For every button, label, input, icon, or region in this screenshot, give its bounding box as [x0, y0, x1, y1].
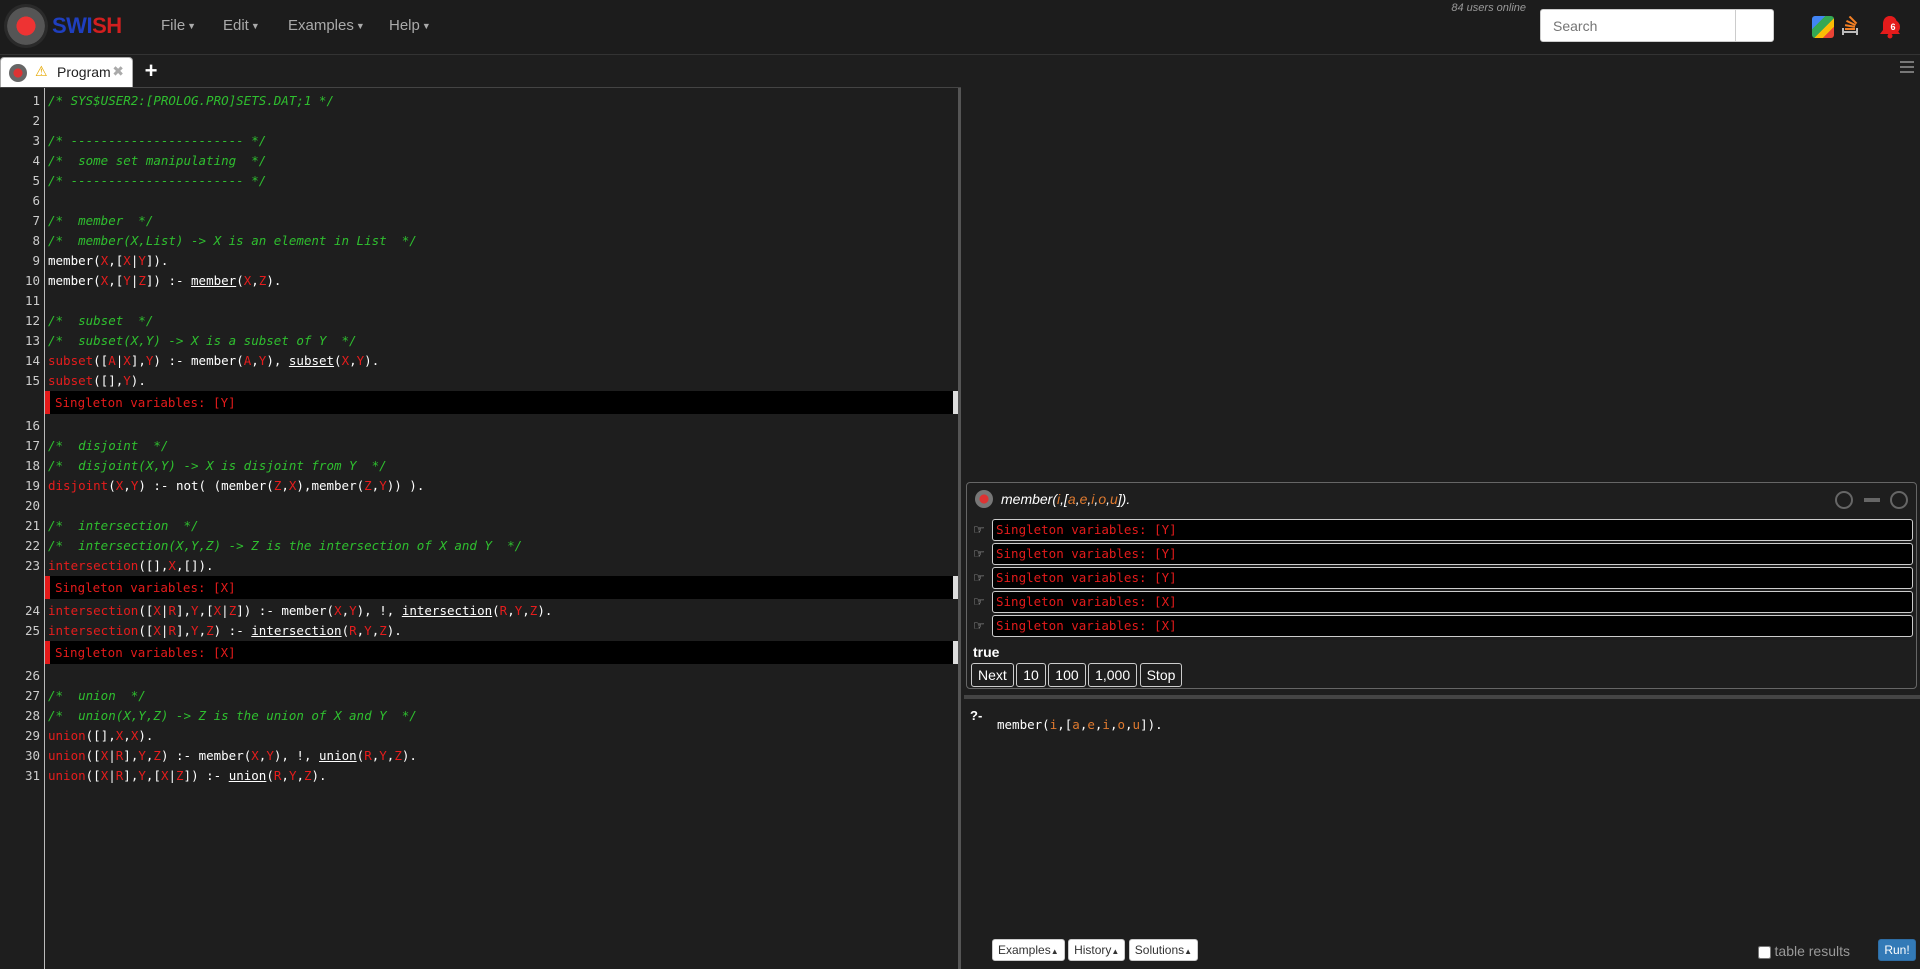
swish-answer-icon — [975, 490, 993, 508]
code-line: 26 — [24, 668, 40, 683]
code-line: 18/* disjoint(X,Y) -> X is disjoint from… — [24, 458, 387, 473]
code-line: 1/* SYS$USER2:[PROLOG.PRO]SETS.DAT;1 */ — [32, 93, 334, 108]
code-line: 4/* some set manipulating */ — [32, 153, 267, 168]
answer-result: true — [973, 644, 1000, 660]
answer-warning: ☞ Singleton variables: [Y] — [967, 567, 1916, 589]
singleton-warning: Singleton variables: [Y] — [0, 391, 958, 414]
code-content[interactable]: 1/* SYS$USER2:[PROLOG.PRO]SETS.DAT;1 */ … — [0, 91, 958, 786]
editor-tabbar: ⚠ Program ✖ + — [0, 55, 961, 88]
code-editor[interactable]: 1/* SYS$USER2:[PROLOG.PRO]SETS.DAT;1 */ … — [0, 88, 961, 969]
results-pane: member(i,[a,e,i,o,u]). ☞ Singleton variab… — [964, 55, 1920, 969]
table-results-checkbox[interactable] — [1757, 945, 1771, 959]
code-line: 28/* union(X,Y,Z) -> Z is the union of X… — [24, 708, 417, 723]
answer-panel: member(i,[a,e,i,o,u]). ☞ Singleton variab… — [966, 482, 1917, 689]
code-line: 9 member(X,[X|Y]). — [32, 253, 169, 268]
close-icon[interactable]: ✖ — [112, 63, 124, 80]
examples-button[interactable]: Examples▲ — [992, 939, 1065, 961]
code-line: 6 — [32, 193, 40, 208]
singleton-warning: Singleton variables: [X] — [0, 576, 958, 599]
code-line: 12/* subset */ — [24, 313, 154, 328]
code-line: 23 intersection([],X,[]). — [24, 558, 214, 573]
navbar: SWISH File ▼ Edit ▼ Examples ▼ Help ▼ 84 use… — [0, 0, 1920, 55]
code-line: 11 — [24, 293, 40, 308]
query-prompt: ?- — [970, 708, 983, 723]
code-line: 27/* union */ — [24, 688, 146, 703]
pointing-hand-icon[interactable]: ☞ — [973, 570, 989, 586]
code-line: 30 union([X|R],Y,Z) :- member(X,Y), !, un… — [24, 748, 417, 763]
notification-count: 6 — [1886, 20, 1900, 34]
code-line: 10 member(X,[Y|Z]) :- member(X,Z). — [24, 273, 282, 288]
add-tab-button[interactable]: + — [140, 59, 162, 83]
download-icon[interactable] — [1835, 491, 1854, 509]
code-line: 24 intersection([X|R],Y,[X|Z]) :- member(… — [24, 603, 553, 618]
solution-buttons: Next 10 100 1,000 Stop — [971, 663, 1183, 687]
code-line: 7/* member */ — [32, 213, 154, 228]
code-line: 20 — [24, 498, 40, 513]
search-button[interactable] — [1736, 10, 1773, 41]
swish-tab-icon — [9, 64, 27, 82]
answer-warning: ☞ Singleton variables: [Y] — [967, 543, 1916, 565]
menu-icon[interactable] — [1900, 61, 1914, 73]
code-line: 16 — [24, 418, 40, 433]
code-line: 15 subset([],Y). — [24, 373, 146, 388]
answer-warning: ☞ Singleton variables: [Y] — [967, 519, 1916, 541]
users-online: 84 users online — [1451, 2, 1526, 14]
code-line: 5/* ----------------------- */ — [32, 173, 267, 188]
code-line: 31 union([X|R],Y,[X|Z]) :- union(R,Y,Z). — [24, 768, 327, 783]
edit-menu[interactable]: Edit ▼ — [223, 17, 260, 34]
pointing-hand-icon[interactable]: ☞ — [973, 522, 989, 538]
table-results-option[interactable]: table results — [1757, 943, 1850, 959]
code-line: 19 disjoint(X,Y) :- not( (member(Z,X),mem… — [24, 478, 425, 493]
help-menu[interactable]: Help ▼ — [389, 17, 431, 34]
stackoverflow-icon[interactable] — [1840, 15, 1862, 38]
solutions-button[interactable]: Solutions▲ — [1128, 939, 1199, 961]
answer-warning: ☞ Singleton variables: [X] — [967, 615, 1916, 637]
code-line: 13/* subset(X,Y) -> X is a subset of Y *… — [24, 333, 357, 348]
next-10-button[interactable]: 10 — [1016, 663, 1046, 687]
answer-controls — [1829, 491, 1908, 509]
code-line: 22/* intersection(X,Y,Z) -> Z is the int… — [24, 538, 523, 553]
code-line: 25 intersection([X|R],Y,Z) :- intersectio… — [24, 623, 402, 638]
examples-menu[interactable]: Examples ▼ — [288, 17, 365, 34]
search-box — [1540, 9, 1774, 42]
run-button[interactable]: Run! — [1878, 939, 1916, 961]
code-line: 21/* intersection */ — [24, 518, 199, 533]
pointing-hand-icon[interactable]: ☞ — [973, 618, 989, 634]
warning-icon: ⚠ — [35, 63, 48, 79]
search-input[interactable] — [1541, 10, 1736, 41]
pointing-hand-icon[interactable]: ☞ — [973, 546, 989, 562]
query-buttons: Examples▲ History▲ Solutions▲ — [992, 939, 1199, 961]
answer-warning: ☞ Singleton variables: [X] — [967, 591, 1916, 613]
close-icon[interactable] — [1890, 491, 1908, 509]
code-line: 17/* disjoint */ — [24, 438, 169, 453]
tab-label: Program — [57, 64, 111, 80]
notification-bell-icon[interactable]: 6 — [1877, 14, 1909, 44]
tab-program[interactable]: ⚠ Program ✖ — [0, 57, 133, 87]
next-1000-button[interactable]: 1,000 — [1088, 663, 1138, 687]
minimize-icon[interactable] — [1863, 498, 1880, 502]
code-line: 3/* ----------------------- */ — [32, 133, 267, 148]
singleton-warning: Singleton variables: [X] — [0, 641, 958, 664]
history-button[interactable]: History▲ — [1068, 939, 1126, 961]
code-line: 29 union([],X,X). — [24, 728, 154, 743]
file-menu[interactable]: File ▼ — [161, 17, 196, 34]
code-line: 2 — [32, 113, 40, 128]
code-line: 8/* member(X,List) -> X is an element in… — [32, 233, 417, 248]
next-button[interactable]: Next — [971, 663, 1014, 687]
pointing-hand-icon[interactable]: ☞ — [973, 594, 989, 610]
query-editor[interactable]: ?- member(i,[a,e,i,o,u]). Examples▲ Hist… — [964, 695, 1920, 969]
swish-logo-icon[interactable] — [4, 4, 48, 48]
answer-header: member(i,[a,e,i,o,u]). — [967, 483, 1916, 515]
code-line: 14 subset([A|X],Y) :- member(A,Y), subset… — [24, 353, 380, 368]
stop-button[interactable]: Stop — [1139, 663, 1183, 687]
answer-query: member(i,[a,e,i,o,u]). — [1001, 491, 1131, 507]
next-100-button[interactable]: 100 — [1048, 663, 1086, 687]
google-icon[interactable] — [1812, 16, 1834, 38]
query-input[interactable]: member(i,[a,e,i,o,u]). — [997, 717, 1163, 732]
brand-name[interactable]: SWISH — [52, 13, 122, 39]
